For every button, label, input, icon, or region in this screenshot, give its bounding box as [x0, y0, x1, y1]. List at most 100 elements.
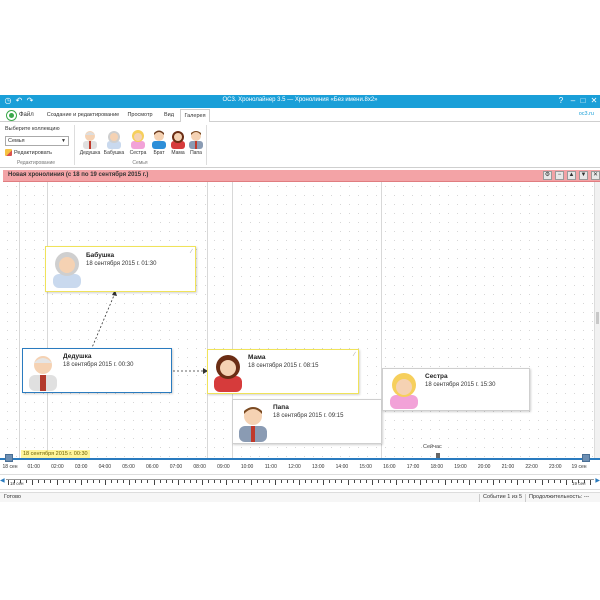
paperclip-icon: ∕ [353, 352, 355, 358]
overview-tick [62, 480, 64, 483]
edit-collection-button[interactable]: Редактировать [5, 149, 52, 156]
overview-tick [232, 480, 234, 483]
gallery-item-grandpa[interactable]: Дедушка [80, 129, 100, 157]
overview-tick [117, 480, 119, 483]
overview-tick [220, 480, 222, 483]
axis-tick-label: 07:00 [169, 464, 183, 470]
overview-tick [250, 480, 252, 485]
timeline-collapse-button[interactable]: − [555, 171, 564, 180]
overview-ruler[interactable]: ◀ 18 сен 19 сен ▶ [0, 474, 600, 490]
mom-icon [214, 355, 242, 392]
overview-right-arrow[interactable]: ▶ [595, 477, 600, 484]
overview-tick [414, 480, 416, 483]
axis-tick-label: 06:00 [145, 464, 159, 470]
event-counter: Событие 1 из 5 [483, 494, 523, 500]
overview-tick [511, 480, 513, 483]
dad-icon [239, 407, 267, 442]
overview-tick [468, 480, 470, 485]
overview-tick [8, 480, 9, 485]
collection-label: Выберите коллекцию [5, 126, 60, 132]
tab-create-edit[interactable]: Создание и редактирование [44, 109, 122, 122]
overview-tick [244, 480, 246, 483]
event-card-dad[interactable]: Папа 18 сентября 2015 г. 09:15 [232, 399, 382, 444]
overview-tick [141, 480, 143, 483]
overview-tick [335, 480, 337, 483]
overview-tick [171, 480, 173, 483]
gallery-item-grandma[interactable]: Бабушка [104, 129, 124, 157]
axis-tick-label: 08:00 [193, 464, 206, 470]
event-card-grandma[interactable]: Бабушка 18 сентября 2015 г. 01:30 ∕ [45, 246, 196, 292]
overview-left-arrow[interactable]: ◀ [0, 477, 5, 484]
overview-tick [286, 480, 288, 483]
timeline-settings-button[interactable]: ⚙ [543, 171, 552, 180]
overview-tick [450, 480, 452, 483]
overview-tick [183, 480, 185, 483]
overview-tick [359, 480, 361, 483]
grandpa-icon [29, 356, 57, 391]
event-card-mom[interactable]: Мама 18 сентября 2015 г. 08:15 ∕ [207, 349, 359, 394]
site-link[interactable]: oc3.ru [579, 111, 594, 117]
overview-tick [402, 480, 404, 483]
time-axis[interactable]: 18 сен 01:00 02:00 03:00 04:00 05:00 06:00 07:0… [0, 454, 600, 472]
axis-tick-label: 20:00 [477, 464, 491, 470]
axis-tick-label: 15:00 [359, 464, 372, 470]
event-date: 18 сентября 2015 г. 00:30 [63, 362, 134, 368]
axis-tick-label: 11:00 [264, 464, 277, 470]
overview-tick [153, 480, 155, 485]
overview-tick [486, 480, 488, 483]
event-card-grandpa[interactable]: Дедушка 18 сентября 2015 г. 00:30 [22, 348, 172, 393]
collection-select[interactable]: Семья ▼ [5, 136, 69, 146]
file-tab[interactable]: Файл [6, 109, 34, 121]
maximize-icon[interactable]: □ [578, 96, 588, 106]
overview-tick [553, 480, 555, 483]
axis-tick-label: 02:00 [51, 464, 64, 470]
overview-tick [590, 480, 591, 485]
axis-tick-label: 09:00 [217, 464, 230, 470]
group-label-family: Семья [132, 160, 148, 166]
overview-tick [274, 480, 276, 485]
tab-view[interactable]: Просмотр [122, 109, 158, 122]
overview-tick [256, 480, 258, 483]
overview-tick [329, 480, 331, 483]
overview-tick [323, 480, 325, 485]
tab-appearance[interactable]: Вид [158, 109, 180, 122]
axis-left-handle[interactable] [5, 454, 13, 462]
overview-tick [438, 480, 440, 483]
event-name: Папа [273, 404, 289, 411]
timeline-up-button[interactable]: ▲ [567, 171, 576, 180]
timeline-canvas[interactable]: Бабушка 18 сентября 2015 г. 01:30 ∕ Деду… [3, 182, 594, 458]
event-name: Дедушка [63, 353, 92, 360]
overview-tick [505, 480, 507, 483]
axis-tick-label: 13:00 [311, 464, 325, 470]
overview-tick [292, 480, 294, 483]
overview-tick [74, 480, 76, 483]
overview-tick [408, 480, 410, 483]
overview-tick [383, 480, 385, 483]
status-separator [525, 494, 526, 502]
connector-grandpa-grandma [90, 292, 116, 351]
help-icon[interactable]: ? [556, 96, 566, 106]
event-card-sister[interactable]: Сестра 18 сентября 2015 г. 15:30 [382, 368, 530, 411]
overview-tick [311, 480, 313, 483]
timeline-close-button[interactable]: ✕ [591, 171, 600, 180]
overview-tick [371, 480, 373, 485]
minimize-icon[interactable]: – [568, 96, 578, 106]
overview-tick [347, 480, 349, 485]
axis-tick-label: 23:00 [549, 464, 562, 470]
gallery-item-dad[interactable]: Папа [186, 129, 206, 157]
sister-icon [131, 130, 145, 149]
close-icon[interactable]: ✕ [589, 96, 599, 106]
dad-icon [189, 131, 203, 149]
sister-icon [390, 373, 418, 409]
axis-right-handle[interactable] [582, 454, 590, 462]
vertical-scrollbar[interactable] [594, 182, 600, 458]
tab-gallery[interactable]: Галерея [180, 109, 210, 123]
overview-start-label: 18 сен [10, 481, 24, 486]
scrollbar-grip[interactable] [596, 312, 599, 324]
axis-tick-label: 10:00 [240, 464, 254, 470]
axis-tick-label: 14:00 [335, 464, 349, 470]
overview-tick [226, 480, 228, 485]
overview-tick [123, 480, 125, 483]
timeline-down-button[interactable]: ▼ [579, 171, 588, 180]
window-title: OC3. Хронолайнер 3.5 — Хронолиния «Без и… [222, 97, 378, 103]
